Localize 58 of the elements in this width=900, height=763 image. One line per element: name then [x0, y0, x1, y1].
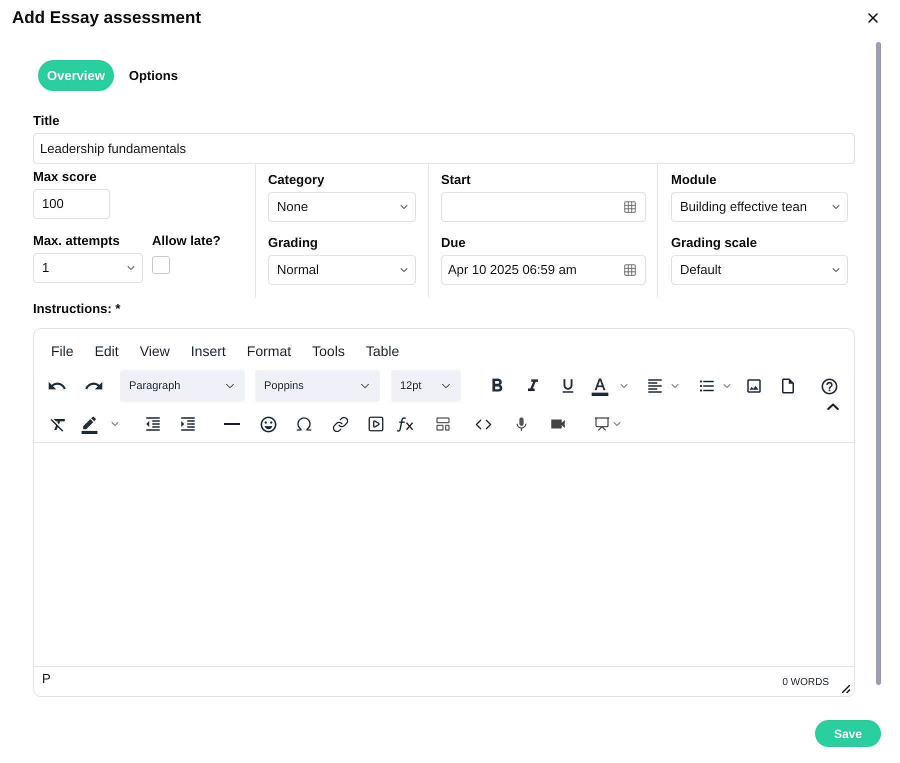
select-dropdown[interactable]: None: [268, 192, 416, 222]
field-label: Grading: [268, 234, 319, 252]
menu-item[interactable]: Edit: [94, 340, 119, 362]
field-label: Start: [441, 171, 472, 189]
tab[interactable]: Options: [120, 60, 187, 91]
presentation-icon: [594, 416, 610, 432]
field-label: Grading scale: [671, 234, 758, 252]
word-count[interactable]: 0 WORDS: [782, 677, 829, 689]
field-label: Max. attempts: [33, 232, 121, 250]
outdent-icon: [144, 415, 162, 433]
text-color-icon: [590, 376, 610, 396]
menu-item[interactable]: Table: [366, 340, 400, 362]
select-dropdown[interactable]: Default: [671, 255, 848, 285]
scrollbar-thumb[interactable]: [876, 42, 881, 685]
field-label: Allow late?: [152, 232, 221, 250]
play-icon: [367, 415, 385, 433]
calendar-icon: [623, 200, 637, 214]
toolbar-dropdown[interactable]: 12pt: [391, 370, 461, 402]
select-dropdown[interactable]: 1: [33, 253, 143, 283]
chevron-up-icon: [827, 403, 839, 410]
template-icon: [435, 416, 451, 432]
title-input[interactable]: Leadership fundamentals: [33, 133, 855, 164]
menu-item[interactable]: Format: [246, 340, 292, 362]
resize-handle-icon[interactable]: [842, 685, 850, 693]
field-label: Module: [671, 171, 718, 189]
text-input[interactable]: 100: [33, 189, 110, 219]
select-dropdown[interactable]: Building effective tean: [671, 192, 848, 222]
help-icon: [820, 376, 838, 396]
calendar-icon: [623, 263, 637, 277]
field-label: Due: [441, 234, 467, 252]
menu-item[interactable]: Insert: [190, 340, 226, 362]
checkbox[interactable]: [152, 256, 170, 274]
toolbar-dropdown[interactable]: Poppins: [255, 370, 380, 402]
field-label: Title: [33, 112, 60, 130]
collapse-toolbar-button[interactable]: [827, 403, 839, 410]
image-icon: [745, 377, 763, 395]
indent-icon: [179, 415, 197, 433]
highlighter-icon: [80, 414, 99, 434]
link-icon: [332, 416, 348, 432]
field-label: Max score: [33, 168, 98, 186]
omega-icon: [295, 415, 313, 433]
date-input[interactable]: Apr 10 2025 06:59 am: [441, 255, 646, 285]
element-path[interactable]: P: [42, 671, 51, 686]
field-label: Category: [268, 171, 326, 189]
align-left-icon: [646, 377, 664, 395]
document-icon: [779, 377, 797, 395]
smiley-icon: [258, 414, 278, 434]
horizontal-line-icon: [224, 423, 240, 425]
menu-item[interactable]: Tools: [312, 340, 345, 362]
menu-item[interactable]: View: [140, 340, 170, 362]
date-input[interactable]: [441, 192, 646, 222]
rich-text-editor[interactable]: File Edit View Insert Format Tools Table Paragraph Poppins 12pt P 0 WORDS: [33, 328, 855, 697]
function-icon: [397, 416, 415, 432]
toolbar-dropdown[interactable]: Paragraph: [120, 370, 245, 402]
dialog-title: Add Essay assessment: [12, 7, 201, 29]
menu-item[interactable]: File: [51, 340, 74, 362]
select-dropdown[interactable]: Normal: [268, 255, 416, 285]
field-label: Instructions: *: [33, 300, 122, 318]
